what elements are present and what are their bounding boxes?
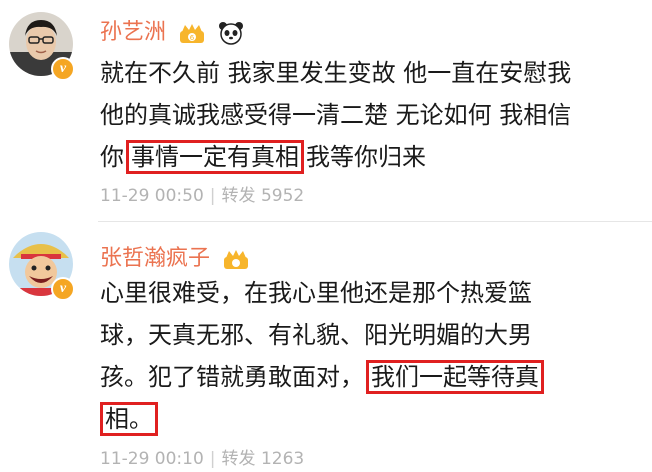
comment-item: v 张哲瀚疯子 心里很难受，在我心里他还是那个热爱篮 球，天真无邪、有礼貌、阳光… (0, 222, 652, 472)
repost-count: 5952 (260, 186, 305, 206)
highlight-box: 相。 (100, 402, 158, 436)
timestamp: 11-29 00:10 (100, 449, 204, 469)
text-line: 球，天真无邪、有礼貌、阳光明媚的大男 (100, 321, 532, 349)
comment-text: 就在不久前 我家里发生变故 他一直在安慰我 他的真诚我感受得一清二楚 无论如何 … (100, 52, 640, 178)
text-line: 就在不久前 我家里发生变故 他一直在安慰我 (100, 59, 572, 87)
repost-label[interactable]: 转发 (222, 186, 256, 206)
repost-count: 1263 (260, 449, 305, 469)
panda-badge-icon (218, 21, 244, 45)
svg-text:6: 6 (190, 34, 195, 42)
comment-meta: 11-29 00:10 | 转发 1263 (100, 444, 304, 469)
verified-badge-icon: v (51, 277, 75, 301)
text-line: 孩。犯了错就勇敢面对， 我们一起等待真 (100, 356, 620, 398)
comment-meta: 11-29 00:50 | 转发 5952 (100, 181, 304, 206)
highlight-box: 我们一起等待真 (366, 360, 544, 394)
text-line: 相。 (100, 398, 620, 440)
vip-crown-badge-icon: 6 (179, 22, 205, 44)
username-link[interactable]: 孙艺洲 (100, 20, 166, 45)
verified-badge-icon: v (51, 57, 75, 81)
username-link[interactable]: 张哲瀚疯子 (100, 246, 210, 271)
text-line: 他的真诚我感受得一清二楚 无论如何 我相信 (100, 101, 572, 129)
repost-label[interactable]: 转发 (222, 449, 256, 469)
vip-crown-badge-icon (223, 248, 249, 270)
meta-divider: | (209, 186, 216, 206)
text-line: 你事情一定有真相 我等你归来 (100, 136, 640, 178)
meta-divider: | (209, 449, 216, 469)
text-line: 心里很难受，在我心里他还是那个热爱篮 (100, 279, 532, 307)
timestamp: 11-29 00:50 (100, 186, 204, 206)
highlight-box: 事情一定有真相 (126, 140, 304, 174)
comment-item: v 孙艺洲 6 就在不久前 我家里发生变故 他一直在安慰我 他的真诚我感受得一清 (0, 0, 652, 222)
comment-text: 心里很难受，在我心里他还是那个热爱篮 球，天真无邪、有礼貌、阳光明媚的大男 孩。… (100, 272, 620, 440)
